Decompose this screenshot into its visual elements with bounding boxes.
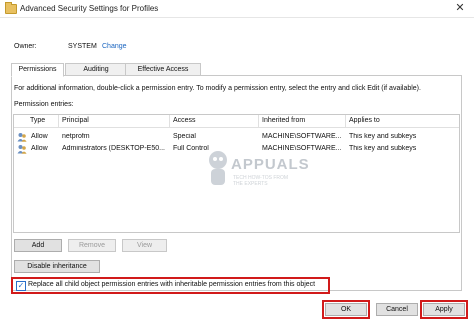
- ok-button[interactable]: OK: [322, 300, 370, 319]
- column-header-applies-to[interactable]: Applies to: [349, 117, 380, 124]
- tab-permissions[interactable]: Permissions: [11, 63, 64, 77]
- column-header-type[interactable]: Type: [30, 117, 45, 124]
- permission-entries-label: Permission entries:: [14, 101, 74, 108]
- cell-access: Special: [173, 133, 196, 140]
- apply-button[interactable]: Apply: [420, 300, 468, 319]
- mascot-icon: [209, 151, 227, 185]
- cell-type: Allow: [31, 145, 48, 152]
- replace-child-permissions-checkbox[interactable]: ✓: [16, 281, 26, 291]
- owner-label: Owner:: [14, 43, 37, 50]
- cell-type: Allow: [31, 133, 48, 140]
- watermark-subtext: TECH HOW-TOS FROM THE EXPERTS: [233, 175, 289, 187]
- change-owner-link[interactable]: Change: [102, 43, 127, 50]
- add-button[interactable]: Add: [14, 239, 62, 252]
- cell-principal: Administrators (DESKTOP-E50...: [62, 145, 165, 152]
- title-bar: Advanced Security Settings for Profiles …: [0, 0, 474, 18]
- replace-child-permissions-label[interactable]: Replace all child object permission entr…: [28, 281, 315, 288]
- close-button[interactable]: ✕: [450, 1, 470, 15]
- column-header-principal[interactable]: Principal: [62, 117, 89, 124]
- replace-child-permissions-row[interactable]: ✓ Replace all child object permission en…: [11, 277, 330, 294]
- table-header: Type Principal Access Inherited from App…: [14, 115, 459, 128]
- table-row[interactable]: Allow netprofm Special MACHINE\SOFTWARE.…: [14, 131, 459, 143]
- cancel-button[interactable]: Cancel: [376, 303, 418, 316]
- column-header-inherited-from[interactable]: Inherited from: [262, 117, 305, 124]
- owner-value: SYSTEM: [68, 43, 97, 50]
- folder-icon: [5, 2, 17, 14]
- disable-inheritance-button[interactable]: Disable inheritance: [14, 260, 100, 273]
- cell-applies-to: This key and subkeys: [349, 145, 417, 152]
- users-icon: [17, 133, 27, 142]
- window-title: Advanced Security Settings for Profiles: [20, 4, 159, 13]
- column-header-access[interactable]: Access: [173, 117, 196, 124]
- view-button[interactable]: View: [122, 239, 167, 252]
- cell-inherited-from: MACHINE\SOFTWARE...: [262, 133, 342, 140]
- cell-principal: netprofm: [62, 133, 90, 140]
- watermark-text: APPUALS: [231, 156, 310, 173]
- info-text: For additional information, double-click…: [14, 85, 421, 92]
- cell-applies-to: This key and subkeys: [349, 133, 417, 140]
- appuals-watermark: APPUALS TECH HOW-TOS FROM THE EXPERTS: [205, 148, 309, 196]
- remove-button[interactable]: Remove: [68, 239, 116, 252]
- users-icon: [17, 145, 27, 154]
